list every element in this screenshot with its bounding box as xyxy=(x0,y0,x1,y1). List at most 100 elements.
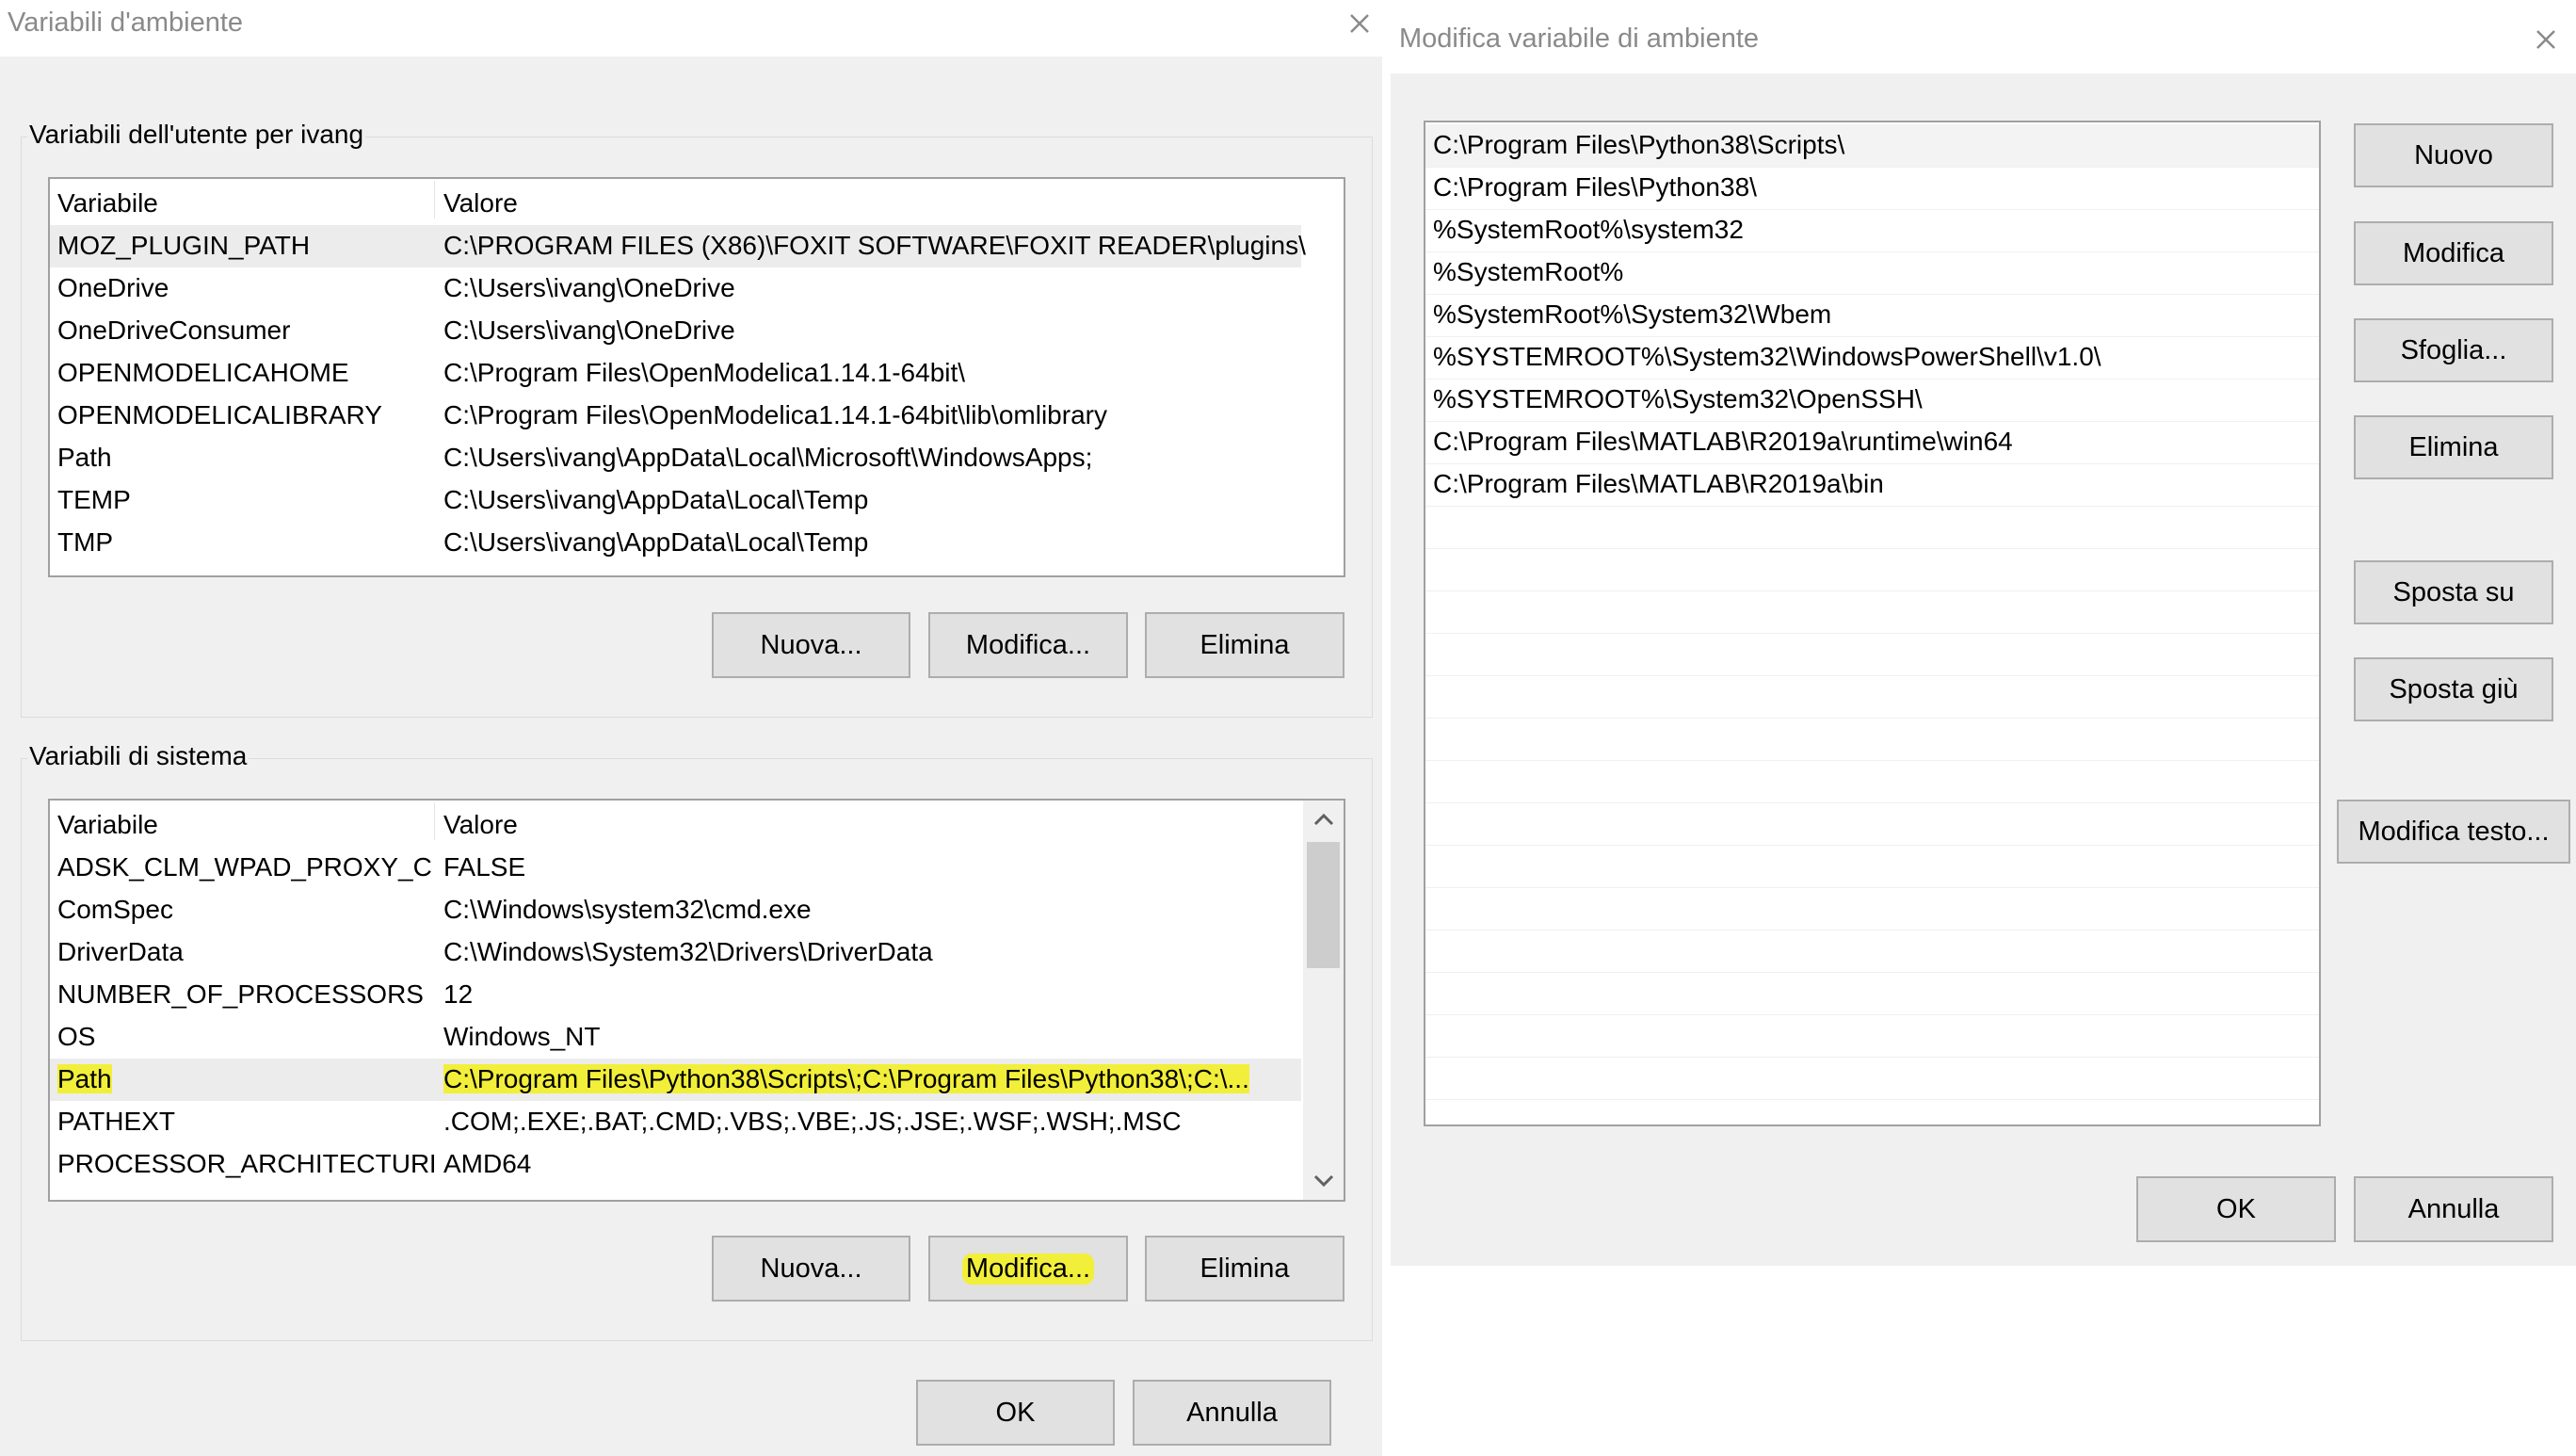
empty-row[interactable] xyxy=(1425,1014,2319,1058)
empty-row[interactable] xyxy=(1425,930,2319,973)
table-row[interactable]: OneDrive C:\Users\ivang\OneDrive xyxy=(50,267,1344,310)
variable-name: PATHEXT xyxy=(57,1107,175,1136)
table-row[interactable]: OS Windows_NT xyxy=(50,1016,1301,1059)
path-entry[interactable]: %SystemRoot%\System32\Wbem xyxy=(1425,294,2319,337)
table-row[interactable]: TMP C:\Users\ivang\AppData\Local\Temp xyxy=(50,522,1344,564)
table-row[interactable]: OneDriveConsumer C:\Users\ivang\OneDrive xyxy=(50,310,1344,352)
scroll-down-icon[interactable] xyxy=(1303,1162,1344,1200)
empty-row[interactable] xyxy=(1425,887,2319,930)
variable-name: Path xyxy=(57,1064,434,1094)
edit-entry-button[interactable]: Modifica xyxy=(2354,221,2553,285)
path-entry-text: %SystemRoot% xyxy=(1433,257,1624,286)
empty-row[interactable] xyxy=(1425,845,2319,888)
list-header: Variabile Valore xyxy=(50,183,1344,225)
cancel-button[interactable]: Annulla xyxy=(1133,1380,1331,1446)
variable-value: C:\Users\ivang\AppData\Local\Temp xyxy=(443,485,869,514)
path-entry[interactable]: %SYSTEMROOT%\System32\WindowsPowerShell\… xyxy=(1425,336,2319,380)
variable-value: .COM;.EXE;.BAT;.CMD;.VBS;.VBE;.JS;.JSE;.… xyxy=(443,1107,1182,1136)
variable-name: NUMBER_OF_PROCESSORS xyxy=(57,979,424,1009)
variable-value: C:\Users\ivang\OneDrive xyxy=(443,315,735,345)
path-entry-text: %SystemRoot%\System32\Wbem xyxy=(1433,299,1832,329)
path-entry[interactable]: %SYSTEMROOT%\System32\OpenSSH\ xyxy=(1425,379,2319,422)
close-icon[interactable] xyxy=(1344,8,1376,40)
variable-name: OPENMODELICALIBRARY xyxy=(57,400,382,429)
table-row[interactable]: PATHEXT .COM;.EXE;.BAT;.CMD;.VBS;.VBE;.J… xyxy=(50,1101,1301,1143)
variable-value: C:\Users\ivang\AppData\Local\Microsoft\W… xyxy=(443,443,1093,472)
variable-value: Windows_NT xyxy=(443,1022,601,1051)
variable-name: OneDrive xyxy=(57,273,169,302)
empty-row[interactable] xyxy=(1425,1057,2319,1100)
empty-row[interactable] xyxy=(1425,506,2319,549)
system-new-button[interactable]: Nuova... xyxy=(712,1236,910,1302)
table-row[interactable]: TEMP C:\Users\ivang\AppData\Local\Temp xyxy=(50,479,1344,522)
empty-row[interactable] xyxy=(1425,548,2319,591)
table-row[interactable]: OPENMODELICAHOME C:\Program Files\OpenMo… xyxy=(50,352,1344,395)
path-entry[interactable]: C:\Program Files\MATLAB\R2019a\bin xyxy=(1425,463,2319,507)
system-variables-label: Variabili di sistema xyxy=(27,741,250,771)
highlighted-path-name: Path xyxy=(57,1064,112,1093)
delete-entry-button[interactable]: Elimina xyxy=(2354,415,2553,479)
variable-name: Path xyxy=(57,443,112,472)
ok-button[interactable]: OK xyxy=(916,1380,1115,1446)
variable-name: ComSpec xyxy=(57,895,173,924)
path-entry[interactable]: C:\Program Files\Python38\Scripts\ xyxy=(1425,124,2319,168)
variable-value: 12 xyxy=(443,979,474,1009)
table-row[interactable]: PROCESSOR_ARCHITECTURE AMD64 xyxy=(50,1143,1301,1186)
edit-text-button[interactable]: Modifica testo... xyxy=(2337,800,2570,864)
move-up-button[interactable]: Sposta su xyxy=(2354,560,2553,624)
variable-name: DriverData xyxy=(57,937,184,966)
empty-row[interactable] xyxy=(1425,633,2319,676)
empty-row[interactable] xyxy=(1425,760,2319,803)
user-delete-button[interactable]: Elimina xyxy=(1145,612,1344,678)
dialog-title: Variabili d'ambiente xyxy=(8,8,244,38)
variable-name: MOZ_PLUGIN_PATH xyxy=(57,231,311,260)
path-entry-text: %SystemRoot%\system32 xyxy=(1433,215,1744,244)
path-entry[interactable]: %SystemRoot% xyxy=(1425,251,2319,295)
system-variables-list[interactable]: Variabile Valore ADSK_CLM_WPAD_PROXY_C..… xyxy=(48,799,1345,1202)
variable-name: TMP xyxy=(57,527,114,557)
path-entry[interactable]: %SystemRoot%\system32 xyxy=(1425,209,2319,252)
user-edit-button[interactable]: Modifica... xyxy=(928,612,1128,678)
header-value[interactable]: Valore xyxy=(443,188,518,218)
vertical-scrollbar[interactable] xyxy=(1303,801,1344,1200)
empty-row[interactable] xyxy=(1425,590,2319,634)
ok-button[interactable]: OK xyxy=(2136,1176,2336,1242)
header-variable[interactable]: Variabile xyxy=(57,188,434,218)
empty-row[interactable] xyxy=(1425,802,2319,846)
empty-row[interactable] xyxy=(1425,972,2319,1015)
environment-variables-dialog: Variabili d'ambiente Variabili dell'uten… xyxy=(0,0,1382,1456)
user-variables-list[interactable]: Variabile Valore MOZ_PLUGIN_PATH C:\PROG… xyxy=(48,177,1345,577)
system-edit-label: Modifica... xyxy=(961,1253,1095,1285)
system-delete-button[interactable]: Elimina xyxy=(1145,1236,1344,1302)
empty-row[interactable] xyxy=(1425,718,2319,761)
table-row[interactable]: DriverData C:\Windows\System32\Drivers\D… xyxy=(50,931,1301,974)
path-entry[interactable]: C:\Program Files\Python38\ xyxy=(1425,167,2319,210)
header-value[interactable]: Valore xyxy=(443,810,518,840)
path-entry[interactable]: C:\Program Files\MATLAB\R2019a\runtime\w… xyxy=(1425,421,2319,464)
user-new-button[interactable]: Nuova... xyxy=(712,612,910,678)
scroll-up-icon[interactable] xyxy=(1303,801,1344,838)
path-entry-text: C:\Program Files\MATLAB\R2019a\bin xyxy=(1433,469,1884,498)
path-entry-text: C:\Program Files\MATLAB\R2019a\runtime\w… xyxy=(1433,427,2013,456)
path-entry-text: %SYSTEMROOT%\System32\WindowsPowerShell\… xyxy=(1433,342,2101,371)
empty-row[interactable] xyxy=(1425,675,2319,719)
browse-button[interactable]: Sfoglia... xyxy=(2354,318,2553,382)
move-down-button[interactable]: Sposta giù xyxy=(2354,657,2553,721)
scroll-thumb[interactable] xyxy=(1307,842,1340,968)
table-row[interactable]: NUMBER_OF_PROCESSORS 12 xyxy=(50,974,1301,1016)
header-variable[interactable]: Variabile xyxy=(57,810,434,840)
close-icon[interactable] xyxy=(2530,24,2562,56)
system-edit-button[interactable]: Modifica... xyxy=(928,1236,1128,1302)
new-entry-button[interactable]: Nuovo xyxy=(2354,123,2553,187)
table-row[interactable]: ComSpec C:\Windows\system32\cmd.exe xyxy=(50,889,1301,931)
path-entries-list[interactable]: C:\Program Files\Python38\Scripts\ C:\Pr… xyxy=(1424,121,2321,1126)
cancel-button[interactable]: Annulla xyxy=(2354,1176,2553,1242)
variable-value: C:\Program Files\OpenModelica1.14.1-64bi… xyxy=(443,358,966,387)
table-row[interactable]: ADSK_CLM_WPAD_PROXY_C... FALSE xyxy=(50,847,1301,889)
table-row-path-selected[interactable]: Path C:\Program Files\Python38\Scripts\;… xyxy=(50,1059,1301,1101)
user-variables-label: Variabili dell'utente per ivang xyxy=(27,120,366,150)
table-row[interactable]: OPENMODELICALIBRARY C:\Program Files\Ope… xyxy=(50,395,1344,437)
variable-name: OS xyxy=(57,1022,96,1051)
table-row[interactable]: Path C:\Users\ivang\AppData\Local\Micros… xyxy=(50,437,1344,479)
table-row[interactable]: MOZ_PLUGIN_PATH C:\PROGRAM FILES (X86)\F… xyxy=(50,225,1306,267)
